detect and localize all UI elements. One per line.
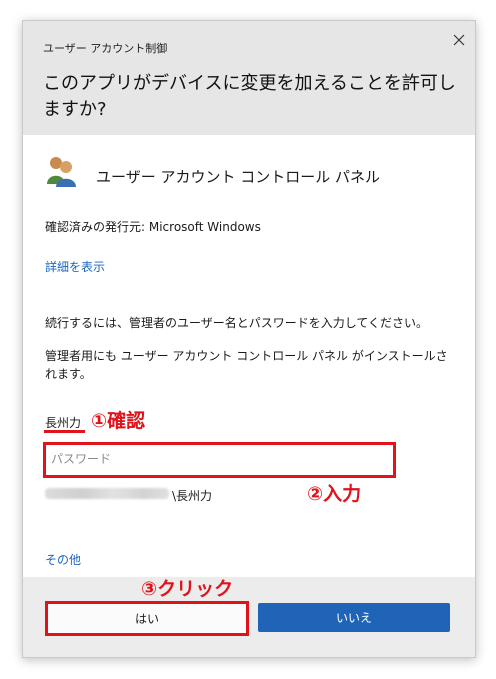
annotation-step2: ②入力 <box>307 483 362 505</box>
password-field-highlight <box>43 442 396 478</box>
app-name: ユーザー アカウント コントロール パネル <box>96 168 381 186</box>
show-details-link[interactable]: 詳細を表示 <box>45 258 105 275</box>
uac-dialog: ユーザー アカウント制御 このアプリがデバイスに変更を加えることを許可しますか?… <box>22 20 476 658</box>
install-note: 管理者用にも ユーザー アカウント コントロール パネル がインストールされます… <box>45 349 448 381</box>
annotation-step1: ①確認 <box>91 410 146 432</box>
dialog-header: ユーザー アカウント制御 このアプリがデバイスに変更を加えることを許可しますか? <box>23 21 475 135</box>
domain-user-text: \長州力 <box>172 489 213 503</box>
password-input[interactable] <box>51 449 381 469</box>
blurred-domain <box>45 488 169 499</box>
credentials-prompt: 続行するには、管理者のユーザー名とパスワードを入力してください。 <box>45 316 429 330</box>
more-options-link[interactable]: その他 <box>45 551 81 568</box>
no-button[interactable]: いいえ <box>258 603 450 632</box>
publisher-text: 確認済みの発行元: Microsoft Windows <box>45 220 261 234</box>
dialog-question: このアプリがデバイスに変更を加えることを許可しますか? <box>43 73 456 120</box>
close-icon[interactable] <box>451 32 467 48</box>
yes-button[interactable]: はい <box>45 601 249 636</box>
dialog-caption: ユーザー アカウント制御 <box>43 42 168 55</box>
annotation-step3: ③クリック <box>141 578 234 600</box>
user-name-label: 長州力 <box>45 416 82 430</box>
annotation-underline <box>44 430 85 433</box>
users-icon <box>47 157 76 187</box>
